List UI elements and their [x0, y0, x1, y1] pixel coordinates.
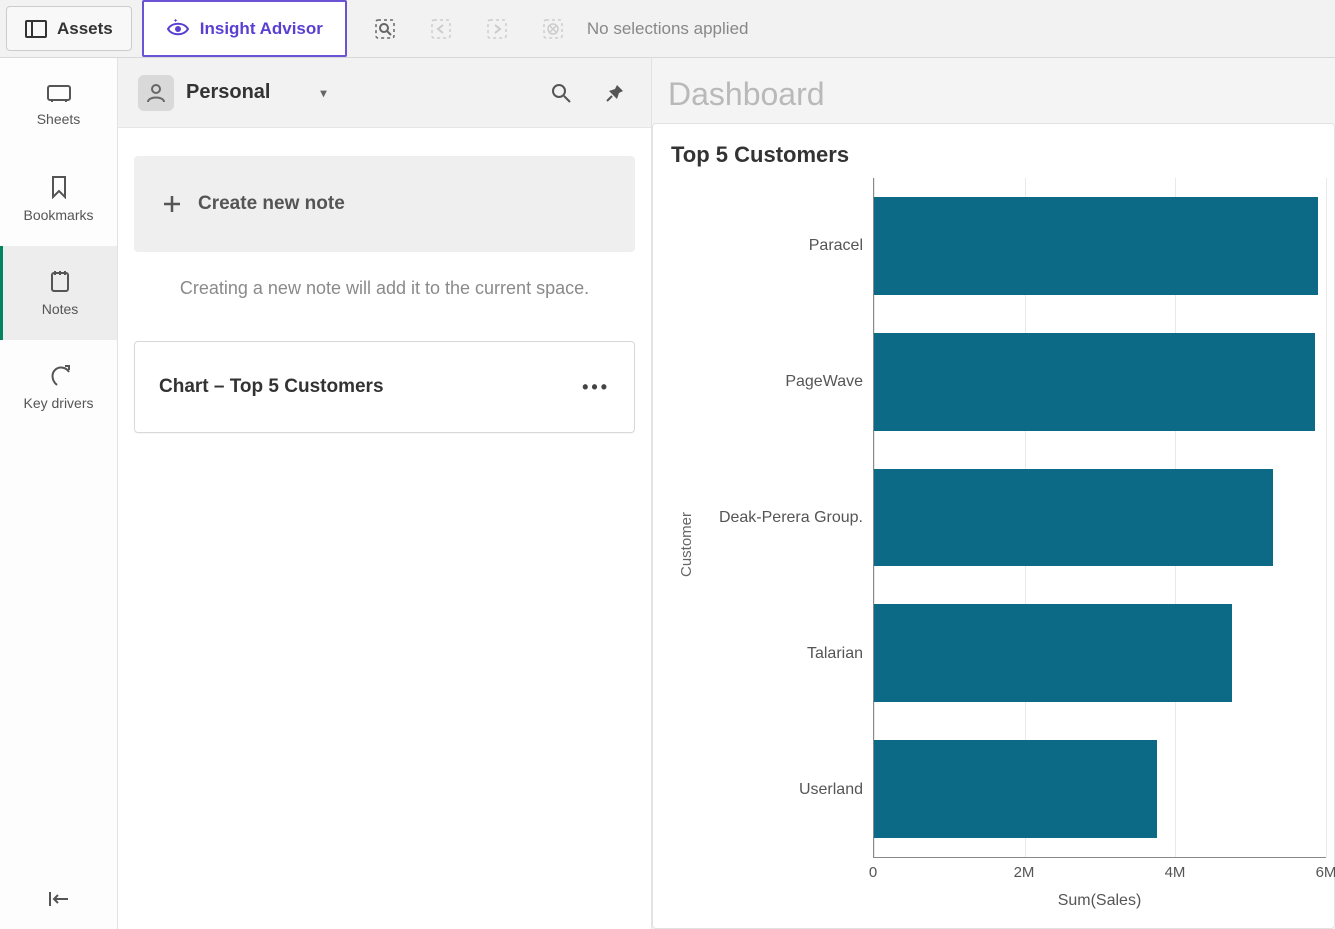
eye-spark-icon — [166, 19, 190, 39]
chart-title: Top 5 Customers — [671, 142, 1326, 168]
dashboard-title: Dashboard — [652, 58, 1335, 123]
collapse-nav-button[interactable] — [0, 869, 117, 929]
more-icon: ••• — [582, 377, 610, 397]
pin-icon — [605, 83, 625, 103]
chart-bar[interactable] — [874, 333, 1315, 431]
panel-icon — [25, 20, 47, 38]
step-forward-icon — [469, 0, 525, 57]
create-note-hint: Creating a new note will add it to the c… — [134, 272, 635, 321]
clear-selections-icon — [525, 0, 581, 57]
chart-category-label: Paracel — [703, 178, 873, 314]
pin-button[interactable] — [593, 71, 637, 115]
notes-body: Create new note Creating a new note will… — [118, 128, 651, 449]
chart-xtick-label: 4M — [1165, 864, 1186, 881]
chart-card: Top 5 Customers Customer ParacelPageWave… — [652, 123, 1335, 929]
create-note-button[interactable]: Create new note — [134, 156, 635, 252]
dashboard-panel: Dashboard Top 5 Customers Customer Parac… — [652, 58, 1335, 929]
nav-item-key-drivers[interactable]: Key drivers — [0, 340, 117, 434]
chart-ylabel: Customer — [679, 511, 696, 576]
search-icon — [550, 82, 572, 104]
chart-category-label: Userland — [703, 722, 873, 858]
nav-item-label: Bookmarks — [23, 207, 93, 223]
chart-category-label: PageWave — [703, 314, 873, 450]
chart-bar[interactable] — [874, 740, 1157, 838]
assets-label: Assets — [57, 19, 113, 39]
chart-gridline — [1326, 178, 1327, 857]
left-nav: Sheets Bookmarks Notes Key drivers — [0, 58, 118, 929]
nav-item-label: Notes — [42, 301, 79, 317]
note-card-more-button[interactable]: ••• — [582, 377, 610, 398]
notes-panel: Personal ▾ Create new note — [118, 58, 652, 929]
chart-xtick-label: 2M — [1014, 864, 1035, 881]
assets-button[interactable]: Assets — [6, 6, 132, 51]
notes-header: Personal ▾ — [118, 58, 651, 128]
search-notes-button[interactable] — [539, 71, 583, 115]
chart-bar-row — [874, 178, 1326, 314]
collapse-icon — [46, 890, 72, 908]
chart-xlabel: Sum(Sales) — [873, 886, 1326, 910]
chart-bar-row — [874, 450, 1326, 586]
bookmark-icon — [50, 175, 68, 199]
chart-bar[interactable] — [874, 469, 1273, 567]
chart-xtick-label: 6M — [1316, 864, 1335, 881]
chart-bar[interactable] — [874, 604, 1232, 702]
note-card-title: Chart – Top 5 Customers — [159, 376, 384, 398]
create-note-label: Create new note — [198, 193, 345, 215]
sheets-icon — [46, 83, 72, 103]
person-icon — [138, 75, 174, 111]
chart-xtick-label: 0 — [869, 864, 877, 881]
no-selections-label: No selections applied — [581, 0, 749, 57]
nav-item-notes[interactable]: Notes — [0, 246, 117, 340]
nav-item-label: Key drivers — [23, 395, 93, 411]
nav-item-sheets[interactable]: Sheets — [0, 58, 117, 152]
nav-item-bookmarks[interactable]: Bookmarks — [0, 152, 117, 246]
chart-bar[interactable] — [874, 197, 1318, 295]
chart-bar-row — [874, 721, 1326, 857]
chevron-down-icon: ▾ — [320, 86, 326, 100]
notes-icon — [49, 269, 71, 293]
note-card[interactable]: Chart – Top 5 Customers ••• — [134, 341, 635, 433]
space-label: Personal — [186, 81, 270, 104]
top-toolbar: Assets Insight Advisor No selections app… — [0, 0, 1335, 58]
nav-item-label: Sheets — [37, 111, 81, 127]
chart-category-label: Talarian — [703, 586, 873, 722]
chart-bar-row — [874, 314, 1326, 450]
space-selector[interactable]: Personal ▾ — [132, 71, 333, 115]
smart-search-icon[interactable] — [357, 0, 413, 57]
step-back-icon — [413, 0, 469, 57]
chart-bar-row — [874, 585, 1326, 721]
insight-advisor-label: Insight Advisor — [200, 19, 323, 39]
key-drivers-icon — [47, 363, 71, 387]
insight-advisor-button[interactable]: Insight Advisor — [142, 0, 347, 57]
chart-category-label: Deak-Perera Group. — [703, 450, 873, 586]
plus-icon — [162, 194, 182, 214]
